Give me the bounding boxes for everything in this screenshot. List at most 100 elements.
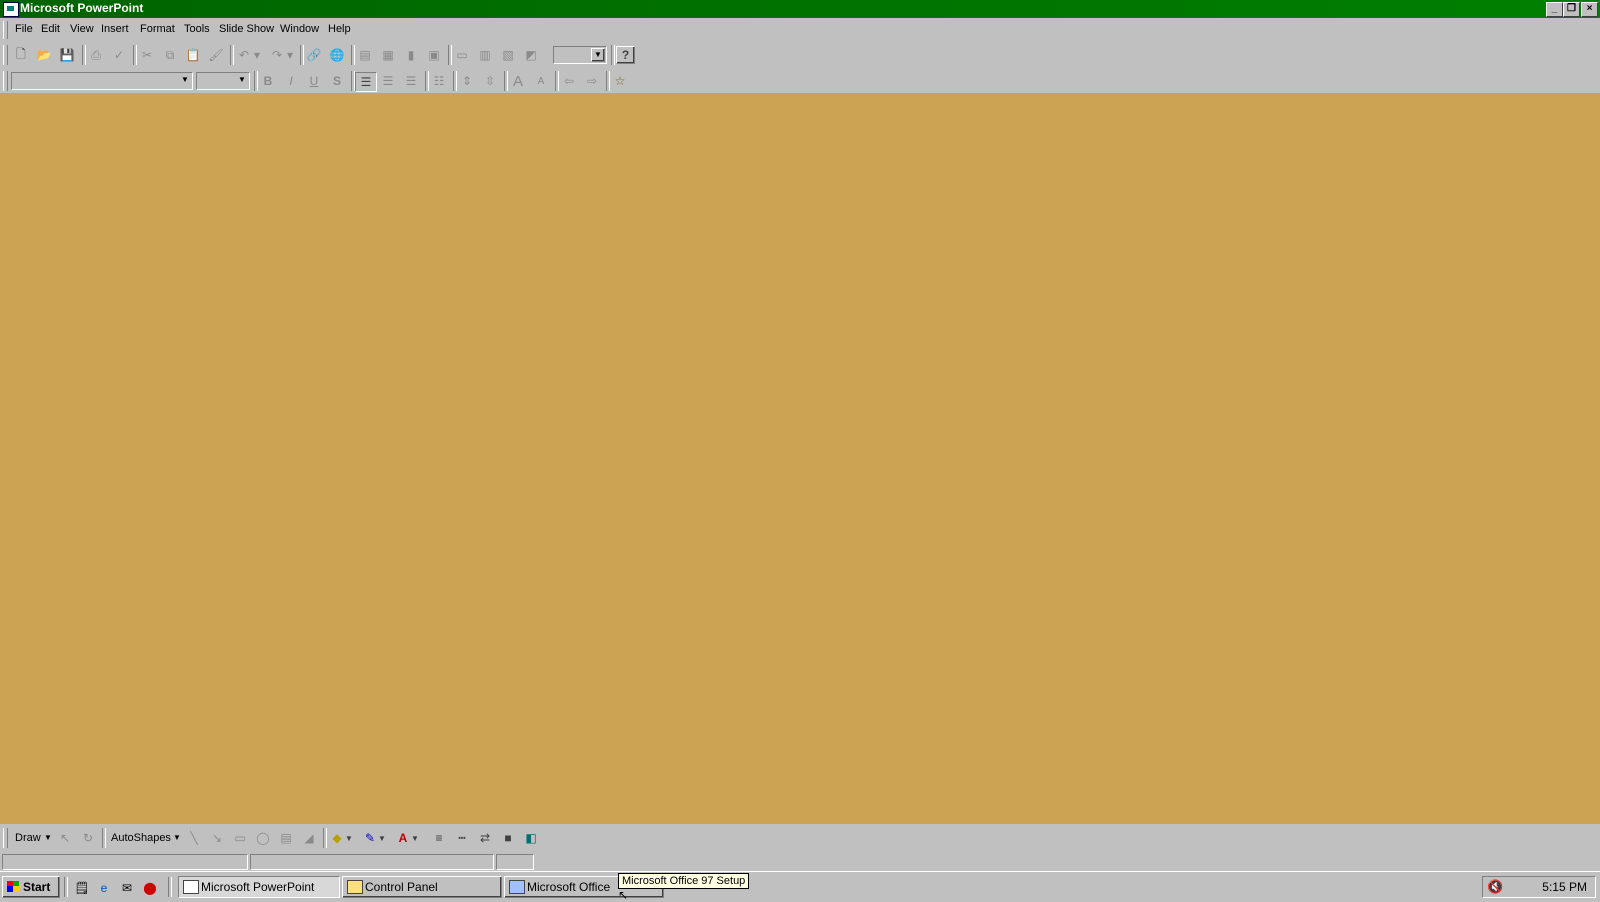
font-size-combo[interactable]: ▼ — [196, 72, 250, 90]
minimize-button[interactable]: _ — [1546, 2, 1563, 17]
draw-dropdown-icon[interactable]: ▼ — [44, 833, 52, 842]
status-pane-slide — [2, 854, 248, 870]
spelling-icon[interactable]: ✓ — [109, 46, 129, 64]
formatting-toolbar: ▼ ▼ B I U S ☰ ☰ ☰ ☷ ⇕ ⇳ A A ⇦ ⇨ ☆ — [0, 68, 1600, 94]
menu-format[interactable]: Format — [140, 23, 175, 35]
arrow-style-icon[interactable]: ⇄ — [475, 829, 495, 847]
menu-tools[interactable]: Tools — [184, 23, 210, 35]
opera-icon[interactable]: ⬤ — [142, 880, 158, 896]
font-color-dropdown-icon[interactable]: ▼ — [410, 829, 420, 847]
underline-icon[interactable]: U — [304, 72, 324, 90]
slide-miniature-icon[interactable]: ▧ — [498, 46, 518, 64]
dash-style-icon[interactable]: ┅ — [452, 829, 472, 847]
print-icon[interactable]: ⎙ — [86, 46, 106, 64]
demote-icon[interactable]: ⇨ — [582, 72, 602, 90]
line-icon[interactable]: ╲ — [184, 829, 204, 847]
text-shadow-icon[interactable]: S — [327, 72, 347, 90]
zoom-dropdown-icon[interactable]: ▼ — [591, 48, 605, 62]
fill-color-dropdown-icon[interactable]: ▼ — [344, 829, 354, 847]
zoom-combo[interactable]: ▼ — [553, 46, 607, 64]
restore-button[interactable]: ❐ — [1563, 2, 1580, 17]
cut-icon[interactable]: ✂ — [137, 46, 157, 64]
presentation-workspace[interactable] — [0, 93, 1600, 824]
animation-effects-icon[interactable]: ☆ — [610, 72, 630, 90]
outlook-express-icon[interactable]: ✉ — [119, 880, 135, 896]
show-desktop-icon[interactable]: 🗒 — [74, 880, 90, 896]
clock[interactable]: 5:15 PM — [1542, 880, 1587, 894]
toolbar-grip[interactable] — [3, 71, 8, 91]
menu-slide-show[interactable]: Slide Show — [219, 23, 274, 35]
line-color-dropdown-icon[interactable]: ▼ — [377, 829, 387, 847]
toolbar-grip[interactable] — [3, 45, 8, 65]
center-icon[interactable]: ☰ — [378, 72, 398, 90]
powerpoint-app-icon[interactable] — [3, 2, 19, 17]
promote-icon[interactable]: ⇦ — [559, 72, 579, 90]
decrease-font-size-icon[interactable]: A — [531, 72, 551, 90]
italic-icon[interactable]: I — [281, 72, 301, 90]
select-objects-icon[interactable]: ↖ — [55, 829, 75, 847]
copy-icon[interactable]: ⧉ — [160, 46, 180, 64]
menu-view[interactable]: View — [70, 23, 94, 35]
format-painter-icon[interactable]: 🖌 — [206, 46, 226, 64]
autoshapes-dropdown-icon[interactable]: ▼ — [173, 833, 181, 842]
tray-volume-icon[interactable]: 🔇 — [1487, 879, 1503, 895]
arrow-icon[interactable]: ↘ — [207, 829, 227, 847]
web-toolbar-icon[interactable]: 🌐 — [327, 46, 347, 64]
powerpoint-task-icon — [183, 880, 199, 894]
align-left-icon[interactable]: ☰ — [355, 72, 377, 92]
free-rotate-icon[interactable]: ↻ — [78, 829, 98, 847]
apply-design-icon[interactable]: ▭ — [452, 46, 472, 64]
task-microsoft-powerpoint[interactable]: Microsoft PowerPoint — [178, 876, 340, 898]
decrease-paragraph-spacing-icon[interactable]: ⇳ — [480, 72, 500, 90]
3d-icon[interactable]: ◧ — [521, 829, 541, 847]
black-and-white-view-icon[interactable]: ▥ — [475, 46, 495, 64]
insert-table-icon[interactable]: ▦ — [378, 46, 398, 64]
internet-explorer-icon[interactable]: e — [96, 880, 112, 896]
align-right-icon[interactable]: ☰ — [401, 72, 421, 90]
text-box-icon[interactable]: ▤ — [276, 829, 296, 847]
autoshapes-menu-button[interactable]: AutoShapes — [111, 832, 171, 844]
insert-hyperlink-icon[interactable]: 🔗 — [304, 46, 324, 64]
increase-font-size-icon[interactable]: A — [508, 72, 528, 90]
menu-window[interactable]: Window — [280, 23, 319, 35]
standard-toolbar: 🗋 📂 💾 ⎙ ✓ ✂ ⧉ 📋 🖌 ↶ ▾ ↷ ▾ 🔗 🌐 ▤ ▦ ▮ ▣ ▭ … — [0, 42, 1600, 68]
separator — [102, 828, 106, 848]
new-icon[interactable]: 🗋 — [11, 46, 31, 64]
rectangle-icon[interactable]: ▭ — [230, 829, 250, 847]
menu-file[interactable]: File — [15, 23, 33, 35]
menu-insert[interactable]: Insert — [101, 23, 129, 35]
draw-menu-button[interactable]: Draw — [15, 832, 41, 844]
font-name-combo[interactable]: ▼ — [11, 72, 193, 90]
bullets-icon[interactable]: ☷ — [429, 72, 449, 90]
redo-icon[interactable]: ↷ — [267, 46, 287, 64]
insert-clip-art-icon[interactable]: ▣ — [424, 46, 444, 64]
close-button[interactable]: × — [1581, 2, 1598, 17]
toolbar-grip[interactable] — [3, 828, 8, 848]
insert-new-slide-icon[interactable]: ▤ — [355, 46, 375, 64]
increase-paragraph-spacing-icon[interactable]: ⇕ — [457, 72, 477, 90]
oval-icon[interactable]: ◯ — [253, 829, 273, 847]
redo-dropdown-icon[interactable]: ▾ — [285, 46, 295, 64]
title-bar[interactable]: Microsoft PowerPoint _ ❐ × — [0, 0, 1600, 18]
undo-icon[interactable]: ↶ — [234, 46, 254, 64]
menu-edit[interactable]: Edit — [41, 23, 60, 35]
menu-grip[interactable] — [3, 21, 8, 39]
insert-chart-icon[interactable]: ▮ — [401, 46, 421, 64]
undo-dropdown-icon[interactable]: ▾ — [252, 46, 262, 64]
status-pane-design — [250, 854, 494, 870]
wordart-icon[interactable]: ◢ — [299, 829, 319, 847]
shadow-icon[interactable]: ■ — [498, 829, 518, 847]
menu-help[interactable]: Help — [328, 23, 351, 35]
font-size-dropdown-icon[interactable]: ▼ — [236, 74, 248, 86]
windows-logo-icon — [7, 881, 19, 892]
task-control-panel[interactable]: Control Panel — [342, 876, 502, 898]
grayscale-icon[interactable]: ◩ — [521, 46, 541, 64]
save-icon[interactable]: 💾 — [57, 46, 77, 64]
line-style-icon[interactable]: ≡ — [429, 829, 449, 847]
start-button[interactable]: Start — [2, 876, 60, 898]
bold-icon[interactable]: B — [258, 72, 278, 90]
font-dropdown-icon[interactable]: ▼ — [179, 74, 191, 86]
office-assistant-help-icon[interactable]: ? — [616, 46, 635, 64]
paste-icon[interactable]: 📋 — [183, 46, 203, 64]
open-icon[interactable]: 📂 — [34, 46, 54, 64]
